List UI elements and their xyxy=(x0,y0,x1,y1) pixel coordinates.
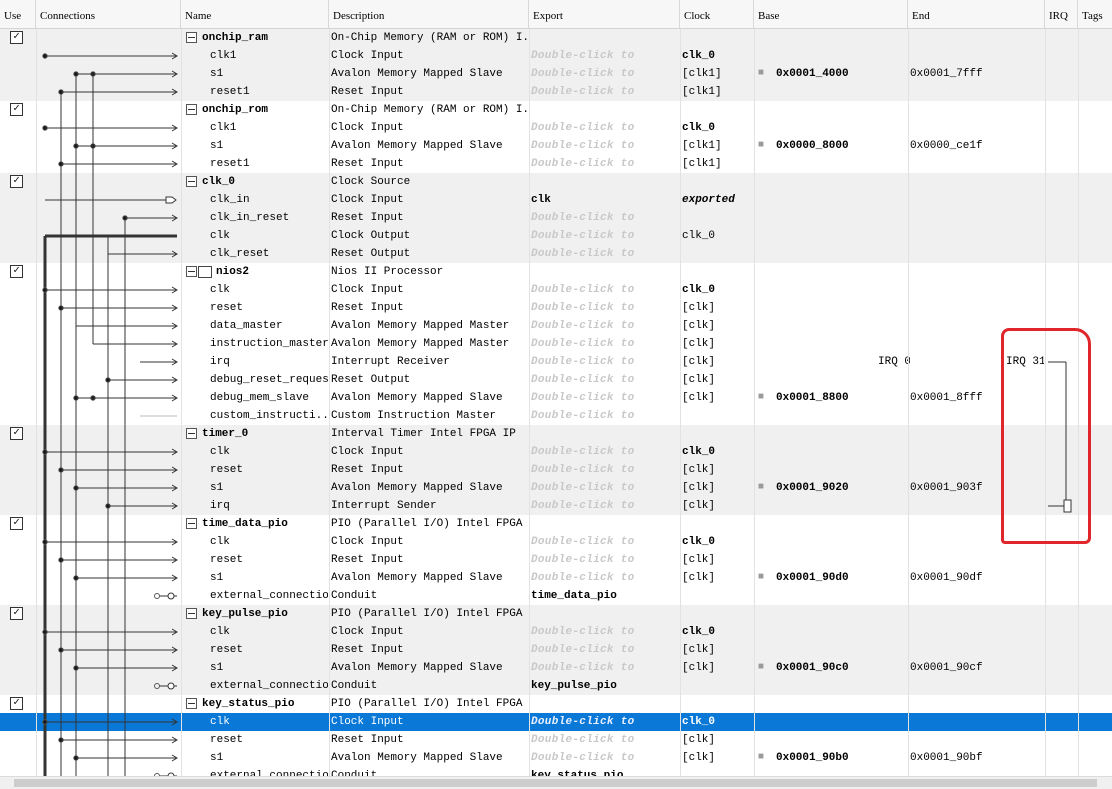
horizontal-scrollbar[interactable] xyxy=(0,776,1112,789)
column-clock[interactable]: Clock xyxy=(680,0,754,28)
column-description[interactable]: Description xyxy=(329,0,529,28)
exported-port-icon xyxy=(165,196,177,204)
conduit-endpoint-icon xyxy=(167,682,175,690)
conduit-endpoint-icon xyxy=(167,592,175,600)
column-irq[interactable]: IRQ xyxy=(1045,0,1078,28)
red-highlight-box xyxy=(1001,328,1091,544)
column-header: Use Connections Name Description Export … xyxy=(0,0,1112,29)
column-tags[interactable]: Tags xyxy=(1078,0,1112,28)
connection-wires[interactable] xyxy=(0,29,1112,776)
column-name[interactable]: Name xyxy=(181,0,329,28)
column-end[interactable]: End xyxy=(908,0,1045,28)
conduit-open-dot[interactable] xyxy=(154,683,160,689)
scrollbar-thumb[interactable] xyxy=(14,779,1097,787)
column-connections[interactable]: Connections xyxy=(36,0,181,28)
conduit-open-dot[interactable] xyxy=(154,593,160,599)
column-export[interactable]: Export xyxy=(529,0,680,28)
column-base[interactable]: Base xyxy=(754,0,908,28)
column-use[interactable]: Use xyxy=(0,0,36,28)
